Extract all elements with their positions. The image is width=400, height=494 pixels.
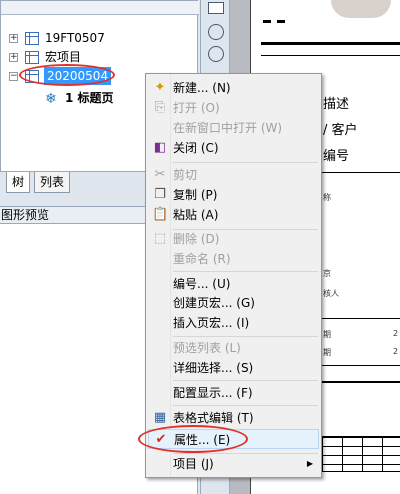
menu-separator [173, 162, 318, 163]
frame-tool-icon[interactable] [208, 2, 224, 14]
sheet-field: 2 [393, 329, 399, 338]
collapse-icon[interactable]: − [9, 72, 18, 81]
close-doc-icon: ◧ [153, 140, 167, 155]
menu-separator [173, 336, 318, 337]
menu-separator [173, 405, 318, 406]
dash-line [263, 20, 271, 23]
sheet-rule [321, 318, 400, 319]
tree-item-macro-project[interactable]: + 宏项目 [1, 48, 197, 66]
sheet-field: 京 [323, 269, 331, 278]
menu-item-project[interactable]: 项目 (J) ▶ [148, 454, 319, 474]
menu-separator [173, 380, 318, 381]
menu-item-paste[interactable]: 📋 粘贴 (A) [148, 205, 319, 225]
open-icon: ⎘ [154, 100, 166, 115]
sheet-field: 称 [323, 193, 331, 202]
sheet-text-number: 编号 [323, 149, 350, 164]
sheet-field: 核人 [323, 289, 339, 298]
project-icon [25, 32, 39, 45]
title-rule [261, 55, 400, 56]
menu-item-new[interactable]: ✦ 新建... (N) [148, 78, 319, 98]
sheet-rule [321, 172, 400, 173]
delete-icon: ⬚ [153, 231, 167, 246]
menu-item-create-page-macro[interactable]: 创建页宏... (G) [148, 293, 319, 313]
title-block-grid [321, 436, 400, 472]
menu-item-rename[interactable]: 重命名 (R) [148, 249, 319, 269]
tree-item-label: 1 标题页 [65, 91, 114, 105]
tree-item-19ft0507[interactable]: + 19FT0507 [1, 29, 197, 47]
tab-list[interactable]: 列表 [34, 172, 71, 193]
menu-item-close[interactable]: ◧ 关闭 (C) [148, 138, 319, 158]
circle-tool-icon[interactable] [208, 24, 224, 40]
tree-panel-header [1, 1, 199, 15]
expand-icon[interactable]: + [9, 53, 18, 62]
menu-item-open-new-window[interactable]: 在新窗口中打开 (W) [148, 118, 319, 138]
new-icon: ✦ [154, 80, 166, 95]
logo-image [331, 0, 391, 18]
red-highlight-ellipse [138, 425, 248, 453]
tab-tree[interactable]: 树 [6, 172, 31, 193]
menu-item-delete[interactable]: ⬚ 删除 (D) [148, 229, 319, 249]
table-edit-icon: ▦ [153, 410, 167, 425]
project-icon [25, 51, 39, 64]
menu-item-preselect-list[interactable]: 预选列表 (L) [148, 338, 319, 358]
tree-item-label: 19FT0507 [45, 31, 105, 45]
menu-item-copy[interactable]: ❐ 复制 (P) [148, 185, 319, 205]
preview-title: 图形预览 [1, 208, 50, 222]
copy-icon: ❐ [154, 187, 166, 202]
menu-item-configure-display[interactable]: 配置显示... (F) [148, 383, 319, 403]
cut-icon: ✂ [154, 167, 166, 182]
menu-item-numbering[interactable]: 编号... (U) [148, 274, 319, 294]
expand-icon[interactable]: + [9, 34, 18, 43]
sheet-text-description: 描述 [323, 97, 350, 112]
dash-line [277, 20, 285, 23]
context-menu: ✦ 新建... (N) ⎘ 打开 (O) 在新窗口中打开 (W) ◧ 关闭 (C… [145, 73, 322, 478]
menu-item-open[interactable]: ⎘ 打开 (O) [148, 98, 319, 118]
sheet-field: 期 [323, 348, 331, 357]
menu-item-insert-page-macro[interactable]: 插入页宏... (I) [148, 313, 319, 333]
sheet-field: 期 [323, 330, 331, 339]
sheet-rule [321, 365, 400, 366]
sheet-text-customer: / 客户 [323, 123, 358, 138]
paste-icon: 📋 [152, 207, 169, 222]
menu-item-cut[interactable]: ✂ 剪切 [148, 165, 319, 185]
submenu-arrow-icon: ▶ [306, 459, 313, 468]
circle-tool-icon[interactable] [208, 46, 224, 62]
sheet-field: 2 [393, 347, 399, 356]
menu-item-detail-select[interactable]: 详细选择... (S) [148, 358, 319, 378]
title-rule [261, 42, 400, 45]
red-highlight-ellipse [19, 64, 115, 86]
page-icon: ❄ [45, 91, 57, 107]
menu-separator [173, 271, 318, 272]
